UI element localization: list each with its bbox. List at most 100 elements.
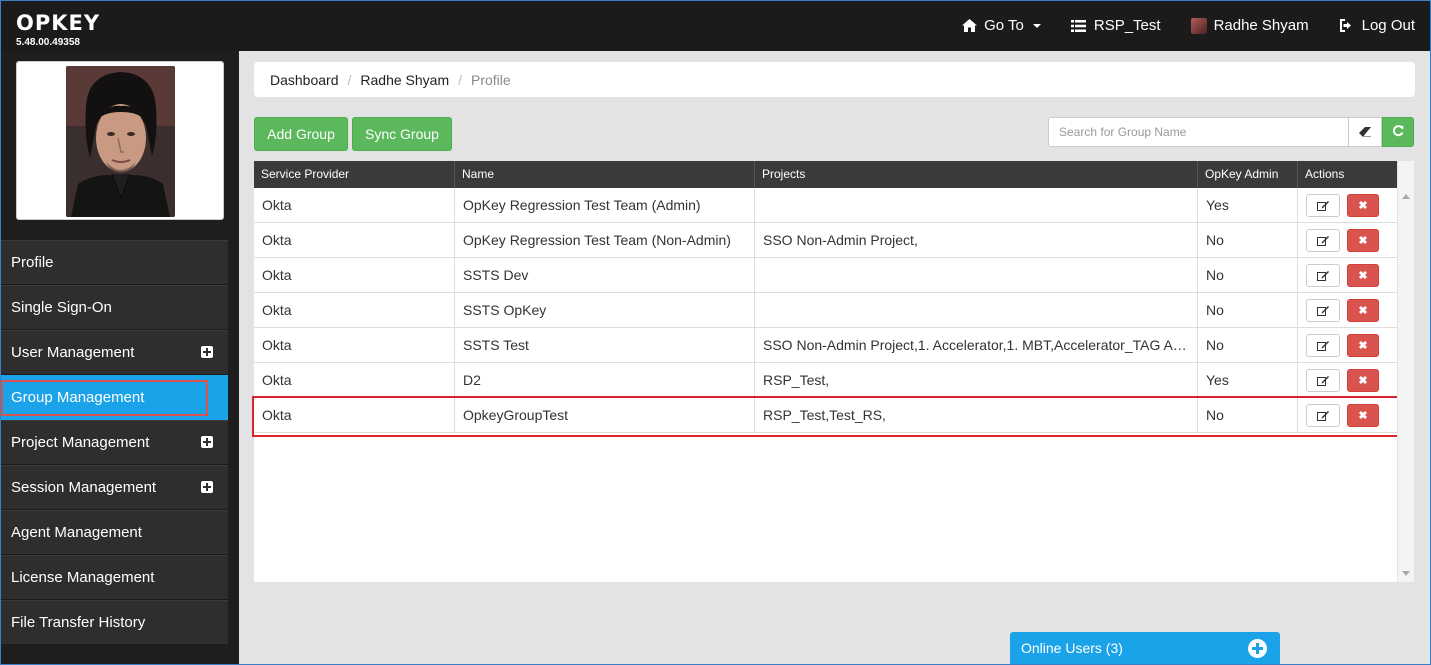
- table-row: Okta OpKey Regression Test Team (Non-Adm…: [254, 223, 1397, 258]
- cell-admin: No: [1198, 398, 1298, 433]
- group-table-panel: Service Provider Name Projects OpKey Adm…: [252, 161, 1414, 582]
- profile-card: [16, 61, 224, 220]
- cell-actions: ✖: [1298, 188, 1397, 223]
- edit-button[interactable]: [1306, 264, 1340, 287]
- logout-icon: [1339, 18, 1355, 34]
- sidebar-menu: Profile Single Sign-On User Management G…: [0, 240, 228, 645]
- sidebar-item-agent-management[interactable]: Agent Management: [0, 510, 228, 555]
- edit-button[interactable]: [1306, 334, 1340, 357]
- close-icon: ✖: [1358, 199, 1368, 212]
- close-icon: ✖: [1358, 339, 1368, 352]
- cell-name: SSTS OpKey: [455, 293, 755, 328]
- logout-link[interactable]: Log Out: [1339, 17, 1415, 34]
- table-row: Okta SSTS Test SSO Non-Admin Project,1. …: [254, 328, 1397, 363]
- cell-name: SSTS Test: [455, 328, 755, 363]
- scroll-up-arrow-icon[interactable]: [1402, 194, 1410, 199]
- table-row: Okta SSTS OpKey No ✖: [254, 293, 1397, 328]
- cell-provider: Okta: [254, 398, 455, 433]
- close-icon: ✖: [1358, 409, 1368, 422]
- refresh-button[interactable]: [1382, 117, 1414, 147]
- scroll-down-arrow-icon[interactable]: [1402, 571, 1410, 576]
- cell-actions: ✖: [1298, 398, 1397, 433]
- table-row: Okta OpKey Regression Test Team (Admin) …: [254, 188, 1397, 223]
- chevron-down-icon: [1032, 23, 1041, 28]
- edit-icon: [1317, 294, 1329, 328]
- logout-label: Log Out: [1361, 17, 1415, 34]
- cell-admin: No: [1198, 293, 1298, 328]
- plus-circle-icon[interactable]: [1248, 639, 1267, 658]
- sidebar-item-user-management[interactable]: User Management: [0, 330, 228, 375]
- edit-button[interactable]: [1306, 299, 1340, 322]
- breadcrumb-separator: /: [347, 71, 352, 88]
- table-row-highlighted: Okta OpkeyGroupTest RSP_Test,Test_RS, No…: [252, 396, 1405, 437]
- sidebar-item-project-management[interactable]: Project Management: [0, 420, 228, 465]
- sidebar-item-session-management[interactable]: Session Management: [0, 465, 228, 510]
- cell-name: OpKey Regression Test Team (Admin): [455, 188, 755, 223]
- delete-button[interactable]: ✖: [1347, 299, 1379, 322]
- sidebar-item-group-management[interactable]: Group Management: [0, 375, 228, 420]
- cell-projects: RSP_Test,: [755, 363, 1198, 398]
- delete-button[interactable]: ✖: [1347, 334, 1379, 357]
- cell-name: OpKey Regression Test Team (Non-Admin): [455, 223, 755, 258]
- edit-button[interactable]: [1306, 369, 1340, 392]
- column-opkey-admin[interactable]: OpKey Admin: [1198, 161, 1298, 188]
- cell-actions: ✖: [1298, 223, 1397, 258]
- cell-projects: [755, 258, 1198, 293]
- breadcrumb: Dashboard / Radhe Shyam / Profile: [254, 62, 1415, 97]
- sidebar-item-profile[interactable]: Profile: [0, 240, 228, 285]
- cell-projects: [755, 188, 1198, 223]
- goto-label: Go To: [984, 17, 1024, 34]
- delete-button[interactable]: ✖: [1347, 194, 1379, 217]
- cell-admin: Yes: [1198, 188, 1298, 223]
- search-input[interactable]: [1048, 117, 1348, 147]
- home-icon: [961, 18, 977, 34]
- expand-plus-icon[interactable]: [201, 436, 213, 448]
- cell-admin: No: [1198, 258, 1298, 293]
- user-label: Radhe Shyam: [1213, 17, 1309, 34]
- breadcrumb-user[interactable]: Radhe Shyam: [360, 72, 449, 88]
- top-navbar: OPKEY 5.48.00.49358 Go To RSP_Test Radhe…: [0, 0, 1431, 51]
- profile-photo: [66, 66, 175, 217]
- goto-menu[interactable]: Go To: [961, 17, 1041, 34]
- delete-button[interactable]: ✖: [1347, 369, 1379, 392]
- sidebar-item-file-transfer-history[interactable]: File Transfer History: [0, 600, 228, 645]
- edit-button[interactable]: [1306, 229, 1340, 252]
- cell-provider: Okta: [254, 223, 455, 258]
- clear-search-button[interactable]: [1348, 117, 1382, 147]
- cell-projects: [755, 293, 1198, 328]
- breadcrumb-dashboard[interactable]: Dashboard: [270, 72, 339, 88]
- sync-group-button[interactable]: Sync Group: [352, 117, 452, 151]
- cell-admin: No: [1198, 223, 1298, 258]
- column-name[interactable]: Name: [455, 161, 755, 188]
- column-service-provider[interactable]: Service Provider: [254, 161, 455, 188]
- user-menu[interactable]: Radhe Shyam: [1190, 17, 1309, 34]
- sidebar-item-single-sign-on[interactable]: Single Sign-On: [0, 285, 228, 330]
- expand-plus-icon[interactable]: [201, 481, 213, 493]
- delete-button[interactable]: ✖: [1347, 229, 1379, 252]
- opkey-logo[interactable]: OPKEY: [16, 11, 100, 35]
- add-group-button[interactable]: Add Group: [254, 117, 348, 151]
- edit-button[interactable]: [1306, 194, 1340, 217]
- edit-button[interactable]: [1306, 404, 1340, 427]
- delete-button[interactable]: ✖: [1347, 404, 1379, 427]
- group-search: [1048, 117, 1414, 147]
- active-item-highlight: [1, 380, 208, 416]
- expand-plus-icon[interactable]: [201, 346, 213, 358]
- cell-name: SSTS Dev: [455, 258, 755, 293]
- delete-button[interactable]: ✖: [1347, 264, 1379, 287]
- list-icon: [1071, 18, 1087, 34]
- edit-icon: [1317, 259, 1329, 293]
- close-icon: ✖: [1358, 269, 1368, 282]
- app-version: 5.48.00.49358: [16, 37, 80, 48]
- cell-provider: Okta: [254, 363, 455, 398]
- table-scrollbar[interactable]: [1397, 161, 1414, 582]
- eraser-icon: [1359, 124, 1371, 140]
- column-projects[interactable]: Projects: [755, 161, 1198, 188]
- project-selector[interactable]: RSP_Test: [1071, 17, 1161, 34]
- table-row: Okta SSTS Dev No ✖: [254, 258, 1397, 293]
- sidebar-item-label: License Management: [11, 569, 155, 586]
- sidebar-item-label: Single Sign-On: [11, 299, 112, 316]
- online-users-panel[interactable]: Online Users (3): [1010, 632, 1280, 665]
- table-body: Okta OpKey Regression Test Team (Admin) …: [252, 188, 1405, 437]
- sidebar-item-license-management[interactable]: License Management: [0, 555, 228, 600]
